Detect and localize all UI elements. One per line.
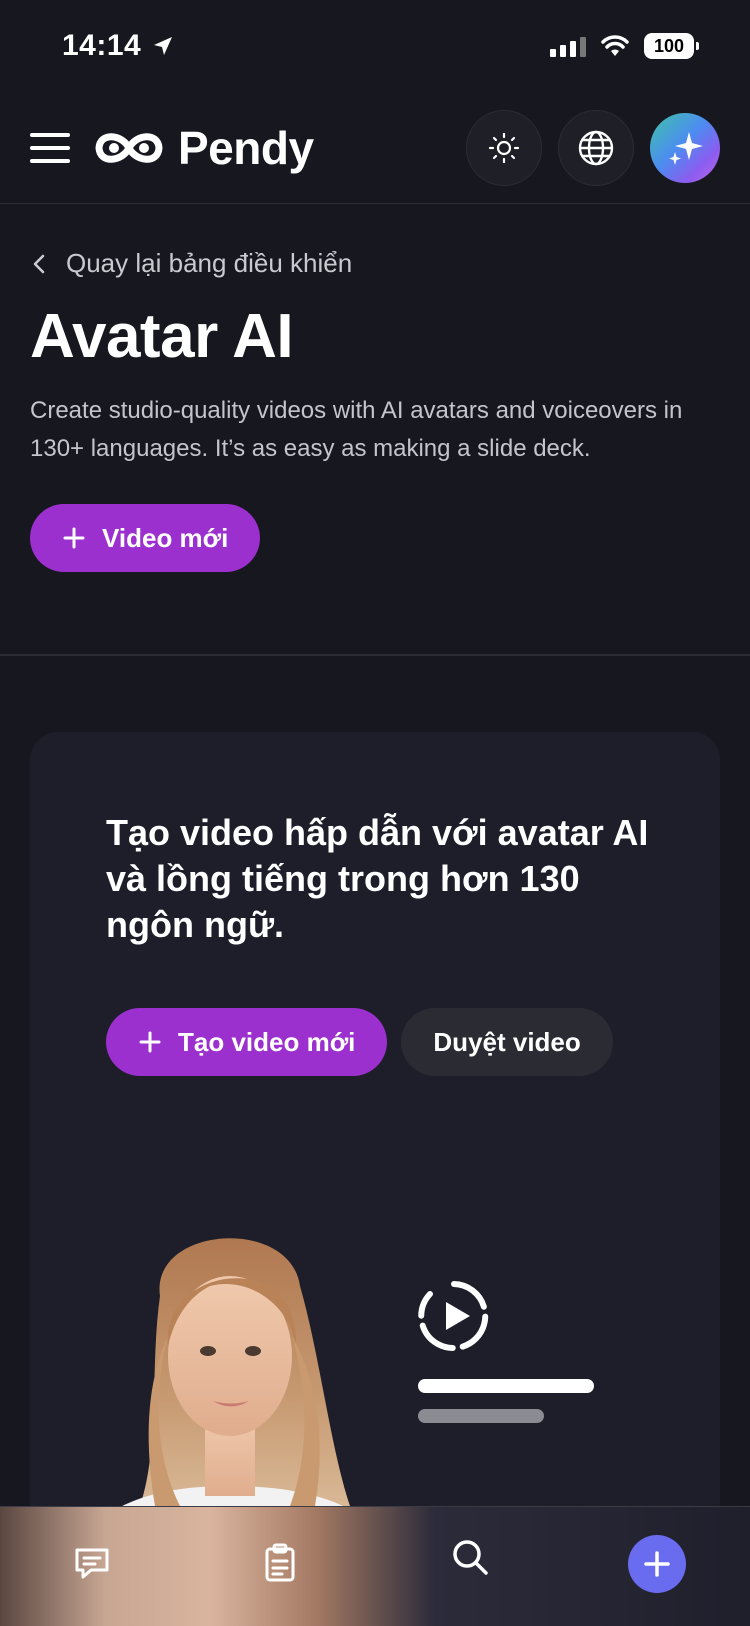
sparkle-icon <box>669 131 703 165</box>
status-indicators: 100 <box>550 33 699 59</box>
logo-text: Pendy <box>178 121 314 174</box>
chat-icon <box>75 1548 109 1579</box>
chevron-left-icon <box>33 254 45 273</box>
back-link-label: Quay lại bảng điều khiển <box>66 248 353 278</box>
search-icon <box>453 1540 488 1575</box>
ai-assistant-button[interactable] <box>650 112 720 183</box>
wifi-icon <box>601 35 629 56</box>
plus-icon <box>644 1551 670 1577</box>
back-to-dashboard-link[interactable]: Quay lại bảng điều khiển <box>30 248 720 279</box>
card-actions: Tạo video mới Duyệt video <box>106 1008 613 1076</box>
play-icon <box>418 1281 489 1351</box>
logo-icon <box>95 132 163 163</box>
battery-indicator: 100 <box>644 33 699 59</box>
clock-text: 14:14 <box>62 29 142 62</box>
page-title: Avatar AI <box>30 302 294 371</box>
card-title: Tạo video hấp dẫn với avatar AI và lồng … <box>106 812 649 945</box>
avatar-portrait-image <box>75 1238 394 1552</box>
browse-videos-label: Duyệt video <box>433 1026 581 1057</box>
nav-add-button[interactable] <box>628 1535 686 1593</box>
new-video-label: Video mới <box>102 522 229 553</box>
section-divider <box>0 654 750 656</box>
avatar-intro-card: Tạo video hấp dẫn với avatar AI và lồng … <box>30 732 720 1552</box>
video-title-placeholder <box>418 1379 594 1393</box>
language-button[interactable] <box>558 109 634 186</box>
nav-chat-button[interactable] <box>62 1533 122 1593</box>
create-video-label: Tạo video mới <box>178 1026 356 1057</box>
plus-icon <box>139 1031 161 1053</box>
header-actions <box>466 109 720 186</box>
globe-icon <box>578 130 614 165</box>
nav-search-button[interactable] <box>440 1527 500 1587</box>
hero-section: Quay lại bảng điều khiển Avatar AI Creat… <box>30 248 720 572</box>
new-video-button[interactable]: Video mới <box>30 504 261 572</box>
location-arrow-icon <box>154 37 173 55</box>
app-header: Pendy <box>0 92 750 204</box>
video-subtitle-placeholder <box>418 1409 544 1423</box>
create-video-button[interactable]: Tạo video mới <box>106 1008 388 1076</box>
page-description: Create studio-quality videos with AI ava… <box>30 397 683 462</box>
logo[interactable]: Pendy <box>92 121 314 175</box>
cellular-signal-icon <box>550 35 586 57</box>
nav-tasks-button[interactable] <box>250 1533 310 1593</box>
status-bar: 14:14 100 <box>0 0 750 92</box>
status-time: 14:14 <box>62 29 175 63</box>
menu-icon[interactable] <box>30 132 70 163</box>
bottom-navigation <box>0 1506 750 1626</box>
theme-toggle-button[interactable] <box>466 109 542 186</box>
plus-icon <box>63 527 85 549</box>
clipboard-icon <box>265 1543 295 1582</box>
video-placeholder <box>418 1280 618 1423</box>
browse-videos-button[interactable]: Duyệt video <box>401 1008 613 1076</box>
sun-icon <box>488 132 520 163</box>
